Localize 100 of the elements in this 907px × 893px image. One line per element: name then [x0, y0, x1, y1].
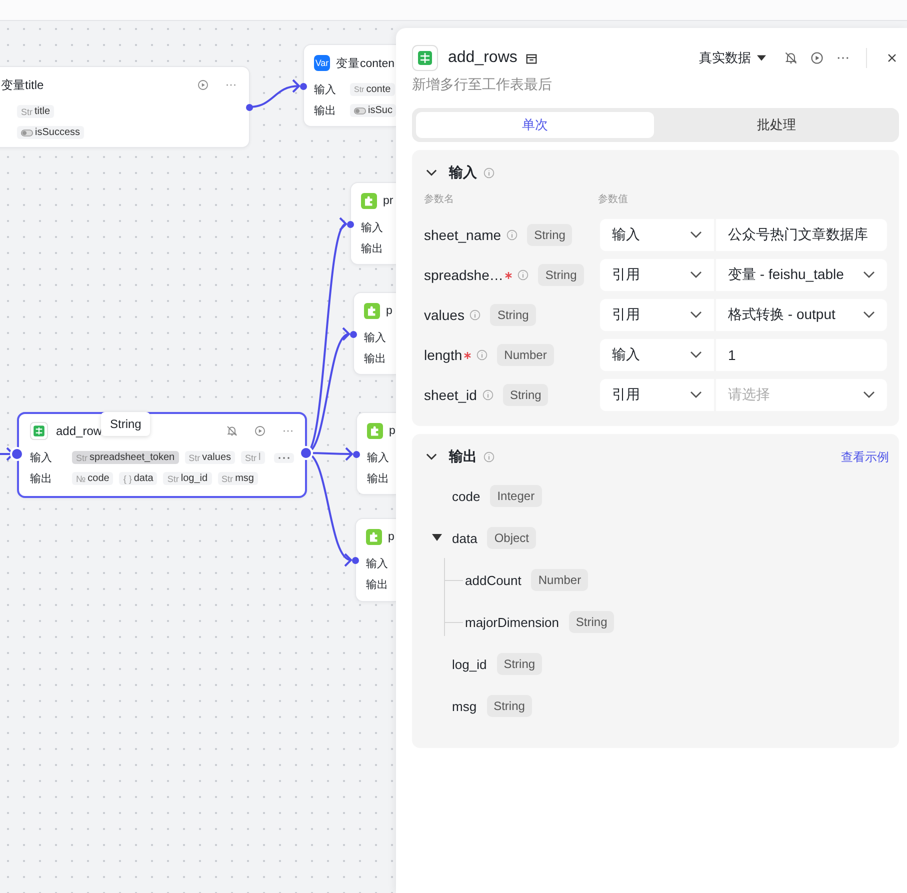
field-name: data: [452, 530, 478, 546]
reference-select[interactable]: 变量 - feishu_table: [716, 259, 887, 291]
bell-off-icon[interactable]: [226, 425, 238, 437]
mode-dropdown[interactable]: 真实数据: [699, 49, 766, 67]
node-card[interactable]: p 输入 输出: [355, 518, 396, 602]
input-port[interactable]: [300, 82, 306, 90]
tooltip: String: [101, 412, 150, 436]
chevron-icon: [690, 391, 702, 399]
chevron-icon: [863, 271, 875, 279]
type-tag: String: [568, 611, 614, 633]
play-icon[interactable]: [254, 425, 266, 437]
source-select[interactable]: 引用: [600, 259, 714, 291]
info-icon: [482, 389, 494, 401]
source-select[interactable]: 输入: [600, 219, 714, 251]
param-name: sheet_name: [424, 227, 502, 243]
puzzle-icon: [367, 423, 383, 439]
node-title: p: [386, 305, 392, 317]
caret-icon: [757, 55, 766, 61]
tab[interactable]: 批处理: [658, 112, 895, 138]
variable-tag: { } data: [119, 472, 158, 485]
variable-badge: Var: [314, 55, 330, 71]
sheet-icon: [412, 45, 438, 71]
variable-tag: Str conte: [350, 83, 395, 96]
field-name: msg: [452, 698, 477, 714]
toggle-icon: [354, 106, 366, 114]
type-tag: Integer: [490, 485, 542, 507]
source-select[interactable]: 引用: [600, 299, 714, 331]
row-label: 输入: [366, 558, 388, 570]
value-field[interactable]: 1: [716, 339, 887, 371]
node-card[interactable]: pr 输入 输出: [350, 182, 396, 265]
info-icon: [469, 309, 482, 321]
sheet-icon: [30, 422, 48, 440]
play-icon[interactable]: [197, 79, 209, 91]
node-title: add_row: [56, 424, 102, 438]
variable-tag: Str log_id: [163, 472, 212, 485]
column-header: 参数名: [424, 192, 455, 206]
play-icon[interactable]: [810, 51, 824, 65]
info-icon: [476, 349, 488, 361]
section-title: 输出: [449, 448, 477, 466]
input-port[interactable]: [10, 447, 24, 461]
source-select[interactable]: 引用: [600, 379, 714, 411]
store-icon[interactable]: [525, 52, 538, 64]
field-name: majorDimension: [465, 614, 559, 630]
type-tag: Number: [497, 344, 554, 366]
type-tag: Number: [531, 569, 588, 591]
toggle-icon: [21, 128, 33, 136]
section-title: 输入: [449, 164, 477, 182]
source-select[interactable]: 输入: [600, 339, 714, 371]
type-tag: String: [527, 224, 572, 246]
row-label: 输入: [30, 452, 52, 464]
row-label: 输出: [314, 105, 336, 117]
chevron-icon: [690, 311, 702, 319]
caret-icon[interactable]: [432, 534, 442, 542]
node-card[interactable]: add_row 输入 Str spreadsheet_token Str values Str l 输出 № code { } data Str log_id Str msg String: [17, 412, 307, 498]
chevron-icon[interactable]: [426, 169, 437, 177]
info-icon: [506, 229, 518, 241]
info-icon: [483, 167, 495, 179]
node-title: 变量title: [1, 76, 44, 94]
variable-tag: Str l: [241, 451, 265, 464]
value-field[interactable]: 公众号热门文章数据库: [716, 219, 887, 251]
param-name: spreadshe…: [424, 267, 504, 283]
row-label: 输入: [314, 84, 336, 96]
node-card[interactable]: p 输入 输出: [353, 292, 396, 375]
row-label: 输出: [366, 579, 388, 591]
reference-select[interactable]: 格式转换 - output: [716, 299, 887, 331]
node-title: pr: [383, 195, 394, 207]
variable-tag: isSuc: [350, 104, 396, 117]
type-tag: String: [486, 695, 532, 717]
variable-tag: № code: [72, 472, 114, 485]
tab[interactable]: 单次: [416, 112, 654, 138]
node-card[interactable]: Var 变量conten 输入 Str conte 输出 isSuc: [303, 44, 396, 127]
required-mark: [464, 352, 472, 358]
more-icon[interactable]: [278, 456, 290, 460]
chevron-icon: [863, 311, 875, 319]
node-title: p: [388, 531, 394, 543]
row-label: 输入: [361, 222, 383, 234]
column-header: 参数值: [598, 192, 628, 206]
puzzle-icon: [364, 303, 380, 319]
input-port[interactable]: [352, 450, 360, 458]
example-link[interactable]: 查看示例: [841, 448, 889, 466]
type-tag: String: [502, 384, 548, 406]
bell-off-icon[interactable]: [784, 51, 798, 65]
node-card[interactable]: p 输入 输出: [356, 412, 396, 495]
chevron-icon: [690, 271, 702, 279]
input-port[interactable]: [350, 330, 356, 338]
variable-tag: isSuccess: [17, 126, 84, 139]
variable-tag: Str spreadsheet_token: [72, 451, 179, 464]
row-label: 输出: [364, 353, 386, 365]
input-port[interactable]: [346, 220, 354, 228]
type-tag: String: [538, 264, 584, 286]
panel-description: 新增多行至工作表最后: [412, 76, 553, 94]
input-port[interactable]: [352, 556, 358, 564]
row-label: 输入: [364, 332, 386, 344]
chevron-icon[interactable]: [426, 453, 437, 461]
node-title: p: [389, 425, 396, 437]
node-title: 变量conten: [336, 56, 395, 70]
type-tag: Object: [487, 527, 536, 549]
node-card[interactable]: 变量title Str title isSuccess: [0, 66, 250, 148]
required-mark: [505, 272, 512, 278]
type-tag: String: [496, 653, 542, 675]
